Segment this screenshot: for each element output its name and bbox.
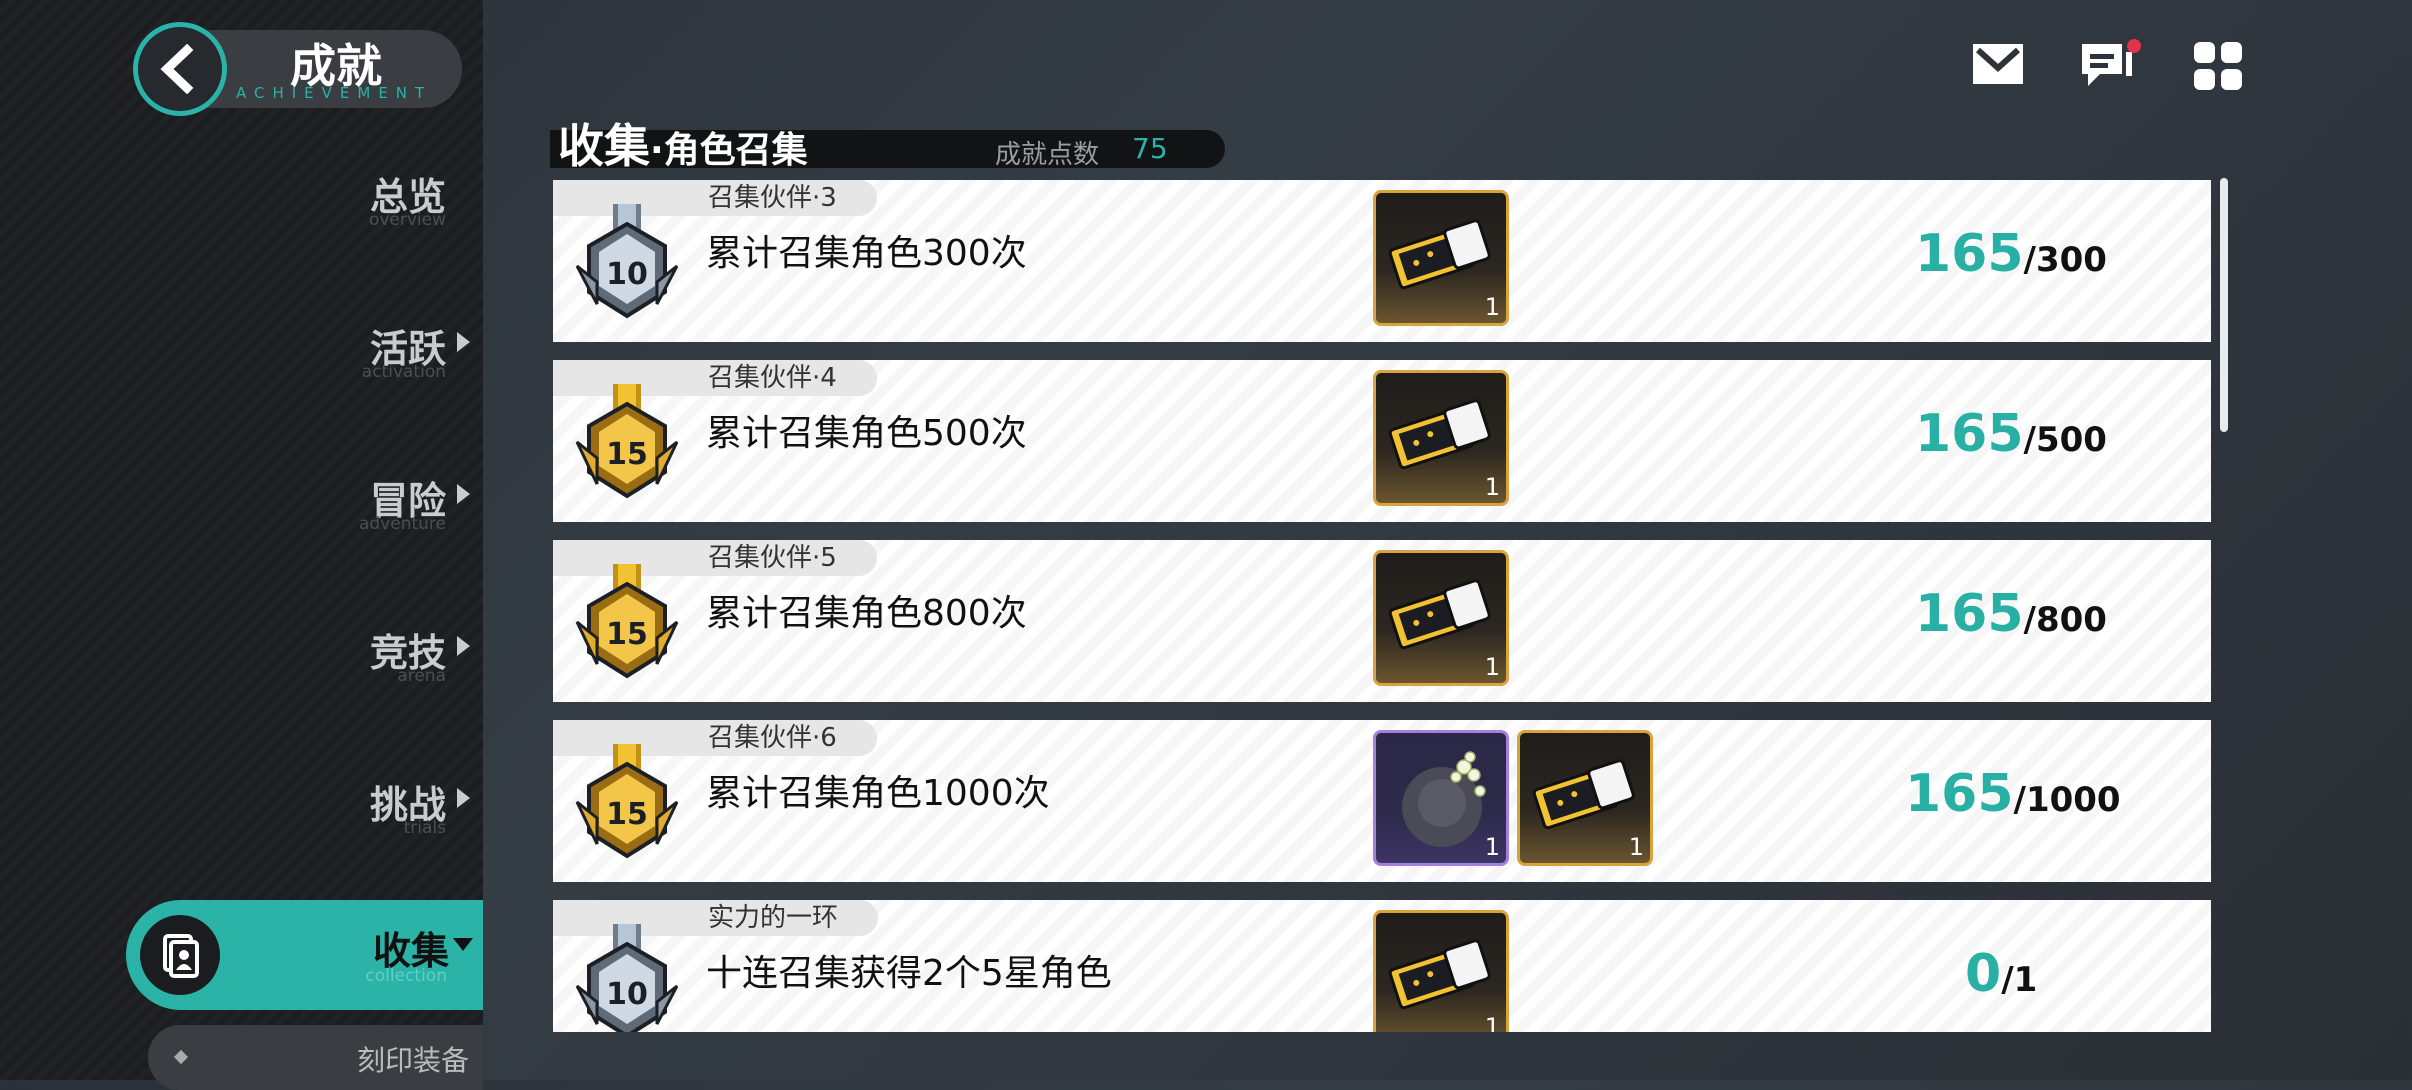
progress-current: 165 — [1915, 584, 2024, 644]
nav-item-collection[interactable]: 收集 collection — [126, 900, 483, 1010]
nav-sub: overview — [368, 210, 446, 230]
nav-sub: adventure — [358, 514, 446, 534]
nav-item-adventure[interactable]: 冒险 adventure — [300, 470, 480, 550]
notification-badge — [2127, 39, 2141, 53]
menu-grid-icon[interactable] — [2190, 38, 2246, 90]
achievement-desc: 累计召集角色800次 — [706, 593, 1027, 634]
reward-count: 1 — [1484, 653, 1500, 681]
silver-medal-icon: 10 — [575, 924, 679, 1032]
silver-medal-icon: 10 — [575, 204, 679, 319]
nav-sub: arena — [397, 666, 446, 686]
collapse-arrow-icon — [453, 938, 473, 951]
expand-arrow-icon — [457, 636, 470, 656]
gold-medal-icon: 15 — [575, 384, 679, 499]
achievement-desc: 累计召集角色300次 — [706, 233, 1027, 274]
achievement-desc: 累计召集角色1000次 — [706, 773, 1050, 814]
progress-current: 165 — [1915, 224, 2024, 284]
reward-summon-ticket[interactable]: 1 — [1373, 190, 1509, 326]
mail-icon[interactable] — [1970, 38, 2026, 90]
expand-arrow-icon — [457, 788, 470, 808]
nav-sub: trials — [403, 818, 446, 838]
medal-level: 15 — [606, 437, 648, 472]
reward-summon-ticket[interactable]: 1 — [1373, 910, 1509, 1032]
progress-current: 0 — [1965, 944, 2002, 1004]
reward-summon-ticket[interactable]: 1 — [1517, 730, 1653, 866]
nav-item-activation[interactable]: 活跃 activation — [300, 318, 480, 398]
nav-item-arena[interactable]: 竞技 arena — [300, 622, 480, 702]
reward-count: 1 — [1484, 473, 1500, 501]
achievement-points-value: 75 — [1132, 132, 1168, 165]
medal-level: 10 — [606, 977, 648, 1012]
medal-level: 10 — [606, 257, 648, 292]
section-title-main: 收集 — [558, 119, 650, 173]
progress-current: 165 — [1915, 404, 2024, 464]
achievement-progress: 165/500 — [1915, 404, 2107, 464]
subnav-item-engraved-equipment[interactable]: 刻印装备 — [148, 1025, 483, 1090]
gold-medal-icon: 15 — [575, 744, 679, 859]
list-scrollbar[interactable] — [2220, 178, 2228, 432]
reward-count: 1 — [1484, 833, 1500, 861]
nav-item-trials[interactable]: 挑战 trials — [300, 774, 480, 854]
progress-max: /300 — [2023, 240, 2107, 280]
achievement-card[interactable]: 召集伙伴·3 10 累计召集角色300次 1 165/300 — [553, 180, 2211, 342]
achievement-progress: 165/300 — [1915, 224, 2107, 284]
page-subtitle: ACHIEVEMENT — [236, 84, 433, 102]
reward-count: 1 — [1484, 1013, 1500, 1032]
reward-count: 1 — [1628, 833, 1644, 861]
expand-arrow-icon — [457, 484, 470, 504]
achievement-card[interactable]: 召集伙伴·6 15 累计召集角色1000次 1 1 165/1000 — [553, 720, 2211, 882]
reward-summon-ticket[interactable]: 1 — [1373, 370, 1509, 506]
achievement-points-label: 成就点数 — [995, 140, 1100, 170]
expand-arrow-icon — [457, 332, 470, 352]
progress-max: /1 — [2001, 960, 2038, 1000]
chat-icon[interactable] — [2078, 38, 2141, 90]
achievement-card[interactable]: 实力的一环 10 十连召集获得2个5星角色 1 0/1 — [553, 900, 2211, 1032]
achievement-list[interactable]: 召集伙伴·3 10 累计召集角色300次 1 165/300 召集伙伴·4 15… — [553, 180, 2211, 1032]
nav-item-overview[interactable]: 总览 overview — [300, 166, 480, 246]
back-arrow-icon — [160, 44, 194, 94]
subnav-label: 刻印装备 — [356, 1044, 469, 1077]
medal-level: 15 — [606, 797, 648, 832]
reward-count: 1 — [1484, 293, 1500, 321]
collection-icon — [140, 915, 220, 995]
medal-level: 15 — [606, 617, 648, 652]
progress-max: /800 — [2023, 600, 2107, 640]
progress-max: /500 — [2023, 420, 2107, 460]
nav-sub: activation — [361, 362, 446, 382]
achievement-desc: 十连召集获得2个5星角色 — [706, 953, 1112, 994]
achievement-progress: 165/800 — [1915, 584, 2107, 644]
achievement-desc: 累计召集角色500次 — [706, 413, 1027, 454]
reward-avatar[interactable]: 1 — [1373, 730, 1509, 866]
achievement-card[interactable]: 召集伙伴·4 15 累计召集角色500次 1 165/500 — [553, 360, 2211, 522]
diamond-bullet-icon — [173, 1049, 189, 1065]
achievement-progress: 0/1 — [1965, 944, 2037, 1004]
back-button[interactable] — [133, 22, 227, 116]
achievement-card[interactable]: 召集伙伴·5 15 累计召集角色800次 1 165/800 — [553, 540, 2211, 702]
section-title-sub: ·角色召集 — [650, 130, 808, 171]
gold-medal-icon: 15 — [575, 564, 679, 679]
reward-summon-ticket[interactable]: 1 — [1373, 550, 1509, 686]
section-title: 收集·角色召集 — [558, 110, 808, 176]
nav-active-sub: collection — [365, 966, 447, 986]
progress-current: 165 — [1905, 764, 2014, 824]
progress-max: /1000 — [2013, 780, 2121, 820]
achievement-progress: 165/1000 — [1905, 764, 2121, 824]
